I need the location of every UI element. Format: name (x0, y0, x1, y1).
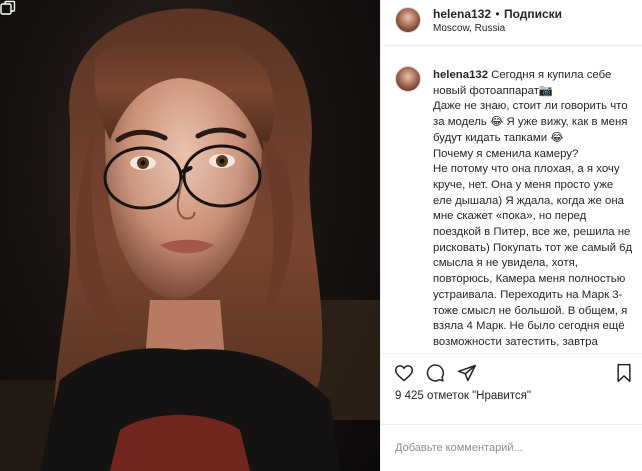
comment-box (381, 424, 642, 471)
likes-count[interactable]: 9 425 отметок "Нравится" (395, 390, 531, 402)
caption-avatar[interactable] (395, 66, 421, 92)
post-photo[interactable] (0, 0, 380, 471)
heart-icon[interactable] (393, 362, 415, 384)
caption-text: Сегодня я купила себе новый фотоаппарат📷… (433, 69, 633, 347)
location-link[interactable]: Moscow, Russia (433, 23, 505, 34)
action-bar (381, 353, 642, 389)
following-button[interactable]: Подписки (504, 7, 562, 21)
username-link[interactable]: helena132 (433, 7, 491, 21)
separator-dot: • (495, 7, 500, 21)
caption-area: helena132 Сегодня я купила себе новый фот… (381, 56, 642, 347)
post-header: helena132 • Подписки Moscow, Russia (381, 0, 642, 46)
avatar[interactable] (395, 7, 421, 33)
carousel-icon (0, 0, 16, 15)
comment-input[interactable] (395, 439, 629, 457)
post-panel: helena132 • Подписки Moscow, Russia hele… (380, 0, 642, 471)
caption: helena132 Сегодня я купила себе новый фот… (433, 68, 633, 347)
comment-icon[interactable] (424, 362, 446, 384)
bookmark-icon[interactable] (613, 362, 635, 384)
paper-plane-icon[interactable] (456, 362, 478, 384)
caption-username[interactable]: helena132 (433, 69, 488, 81)
portrait-illustration (0, 8, 380, 471)
header-user-line: helena132 • Подписки (433, 7, 562, 21)
